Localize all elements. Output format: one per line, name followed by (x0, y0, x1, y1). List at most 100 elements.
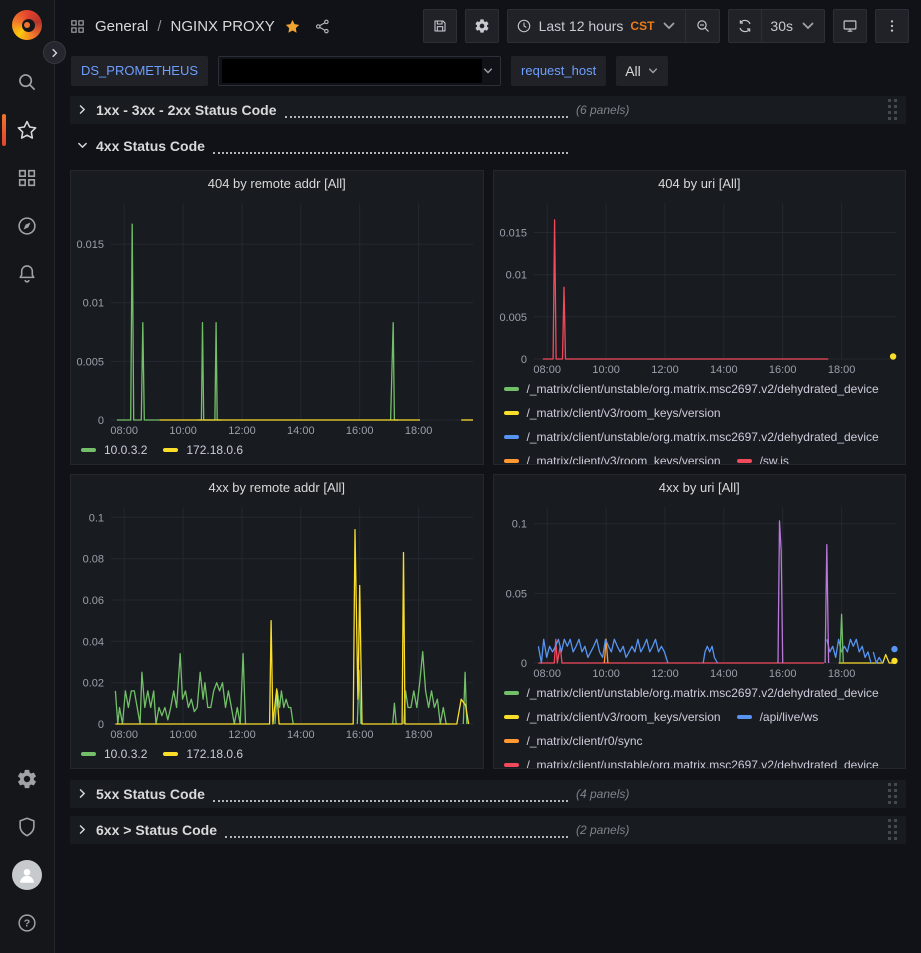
grafana-logo[interactable] (12, 10, 42, 40)
shield-icon (16, 816, 38, 838)
svg-text:0: 0 (520, 354, 526, 366)
panel-title[interactable]: 404 by remote addr [All] (71, 171, 483, 197)
row-5xx[interactable]: 5xx Status Code (4 panels) (70, 780, 906, 808)
zoom-out-time-button[interactable] (686, 9, 720, 43)
sidebar-expand-button[interactable] (43, 41, 66, 64)
dashboard-settings-button[interactable] (465, 9, 499, 43)
legend-item[interactable]: 172.18.0.6 (163, 438, 243, 462)
legend-series-label: /_matrix/client/unstable/org.matrix.msc2… (527, 753, 879, 768)
svg-text:18:00: 18:00 (827, 668, 855, 680)
chevron-right-icon (76, 823, 89, 836)
legend-item[interactable]: /_matrix/client/v3/room_keys/version (504, 705, 721, 729)
legend-item[interactable]: /_matrix/client/unstable/org.matrix.msc2… (504, 377, 879, 401)
datasource-variable-label[interactable]: DS_PROMETHEUS (71, 56, 208, 86)
sidebar-item-search[interactable] (0, 58, 55, 106)
legend-series-label: /_matrix/client/v3/room_keys/version (527, 705, 721, 729)
row-drag-handle[interactable] (888, 99, 898, 121)
row-drag-handle[interactable] (888, 783, 898, 805)
legend-item[interactable]: 10.0.3.2 (81, 438, 147, 462)
sidebar-item-profile[interactable] (0, 851, 55, 899)
timeseries-chart[interactable]: 08:0010:0012:0014:0016:0018:0000.0050.01… (494, 197, 906, 377)
panel-4xx-by-remote-addr: 4xx by remote addr [All] 08:0010:0012:00… (70, 474, 484, 769)
sidebar-item-explore[interactable] (0, 202, 55, 250)
chart-canvas[interactable]: 08:0010:0012:0014:0016:0018:0000.0050.01… (494, 197, 906, 377)
favorite-star-icon[interactable] (284, 18, 301, 35)
legend-item[interactable]: 10.0.3.2 (81, 742, 147, 766)
svg-text:08:00: 08:00 (110, 425, 138, 437)
svg-text:10:00: 10:00 (169, 425, 197, 437)
legend-series-color (504, 435, 519, 439)
panel-title[interactable]: 4xx by uri [All] (494, 475, 906, 501)
timeseries-chart[interactable]: 08:0010:0012:0014:0016:0018:0000.0050.01… (71, 197, 483, 438)
refresh-interval-picker[interactable]: 30s (762, 9, 825, 43)
timeseries-chart[interactable]: 08:0010:0012:0014:0016:0018:0000.020.040… (71, 501, 483, 742)
row-dotted-leader (285, 102, 568, 119)
legend-series-label: 10.0.3.2 (104, 438, 147, 462)
sidebar (0, 0, 55, 953)
row-drag-handle[interactable] (888, 819, 898, 841)
navbar-actions: Last 12 hours CST 30s (423, 9, 909, 43)
refresh-button[interactable] (728, 9, 762, 43)
breadcrumb-dashboard-title[interactable]: NGINX PROXY (171, 18, 275, 35)
refresh-interval-label: 30s (770, 18, 793, 34)
svg-text:0: 0 (520, 658, 526, 670)
row-title-group: 6xx > Status Code (76, 822, 576, 839)
legend-series-label: 10.0.3.2 (104, 742, 147, 766)
svg-text:0.02: 0.02 (83, 678, 104, 690)
row-6xx[interactable]: 6xx > Status Code (2 panels) (70, 816, 906, 844)
legend-series-color (504, 739, 519, 743)
legend-item[interactable]: /_matrix/client/v3/room_keys/version (504, 449, 721, 464)
legend-item[interactable]: 172.18.0.6 (163, 742, 243, 766)
svg-text:0.05: 0.05 (505, 588, 526, 600)
time-range-picker[interactable]: Last 12 hours CST (507, 9, 687, 43)
tv-mode-button[interactable] (833, 9, 867, 43)
share-icon[interactable] (314, 18, 331, 35)
panel-title[interactable]: 4xx by remote addr [All] (71, 475, 483, 501)
legend-item[interactable]: /sw.js (737, 449, 789, 464)
legend-item[interactable]: /api/live/ws (737, 705, 819, 729)
row-4xx[interactable]: 4xx Status Code (70, 132, 906, 160)
legend-series-label: /sw.js (760, 449, 789, 464)
breadcrumb-folder[interactable]: General (95, 18, 148, 35)
host-variable-label[interactable]: request_host (511, 56, 606, 86)
gear-icon (16, 768, 38, 790)
time-controls-group: Last 12 hours CST (507, 9, 721, 43)
datasource-variable-value-redacted (222, 59, 482, 83)
chart-canvas[interactable]: 08:0010:0012:0014:0016:0018:0000.0050.01… (71, 197, 483, 438)
svg-text:18:00: 18:00 (405, 729, 433, 741)
panel-4xx-by-uri: 4xx by uri [All] 08:0010:0012:0014:0016:… (493, 474, 907, 769)
svg-text:08:00: 08:00 (533, 668, 561, 680)
svg-text:12:00: 12:00 (228, 425, 256, 437)
row-1xx-3xx-2xx[interactable]: 1xx - 3xx - 2xx Status Code (6 panels) (70, 96, 906, 124)
dashboards-grid-icon (16, 167, 38, 189)
legend-item[interactable]: /_matrix/client/r0/sync (504, 729, 643, 753)
sidebar-item-dashboards[interactable] (0, 154, 55, 202)
chart-canvas[interactable]: 08:0010:0012:0014:0016:0018:0000.050.1 (494, 501, 906, 681)
chevron-down-icon (482, 65, 494, 77)
legend-series-label: 172.18.0.6 (186, 742, 243, 766)
legend-item[interactable]: /_matrix/client/v3/room_keys/version (504, 401, 721, 425)
timeseries-chart[interactable]: 08:0010:0012:0014:0016:0018:0000.050.1 (494, 501, 906, 681)
sidebar-item-help[interactable] (0, 899, 55, 947)
kebab-menu-button[interactable] (875, 9, 909, 43)
sidebar-item-alerting[interactable] (0, 250, 55, 298)
legend-series-label: /_matrix/client/unstable/org.matrix.msc2… (527, 377, 879, 401)
sidebar-item-server-admin[interactable] (0, 803, 55, 851)
legend-item[interactable]: /_matrix/client/unstable/org.matrix.msc2… (504, 753, 879, 768)
panel-404-by-remote-addr: 404 by remote addr [All] 08:00 10:00 12:00… (70, 170, 484, 465)
sidebar-item-starred[interactable] (0, 106, 55, 154)
datasource-variable-select[interactable] (218, 56, 501, 86)
chart-canvas[interactable]: 08:0010:0012:0014:0016:0018:0000.020.040… (71, 501, 483, 742)
panel-title[interactable]: 404 by uri [All] (494, 171, 906, 197)
svg-text:10:00: 10:00 (592, 668, 620, 680)
sidebar-item-configuration[interactable] (0, 755, 55, 803)
host-variable-select[interactable]: All (616, 56, 668, 86)
legend-item[interactable]: /_matrix/client/unstable/org.matrix.msc2… (504, 681, 879, 705)
row-title-group: 5xx Status Code (76, 786, 576, 803)
refresh-group: 30s (728, 9, 825, 43)
save-dashboard-button[interactable] (423, 9, 457, 43)
legend-item[interactable]: /_matrix/client/unstable/org.matrix.msc2… (504, 425, 879, 449)
legend-series-color (81, 448, 96, 452)
svg-text:0.1: 0.1 (511, 519, 526, 531)
row-panel-count: (6 panels) (576, 103, 629, 117)
